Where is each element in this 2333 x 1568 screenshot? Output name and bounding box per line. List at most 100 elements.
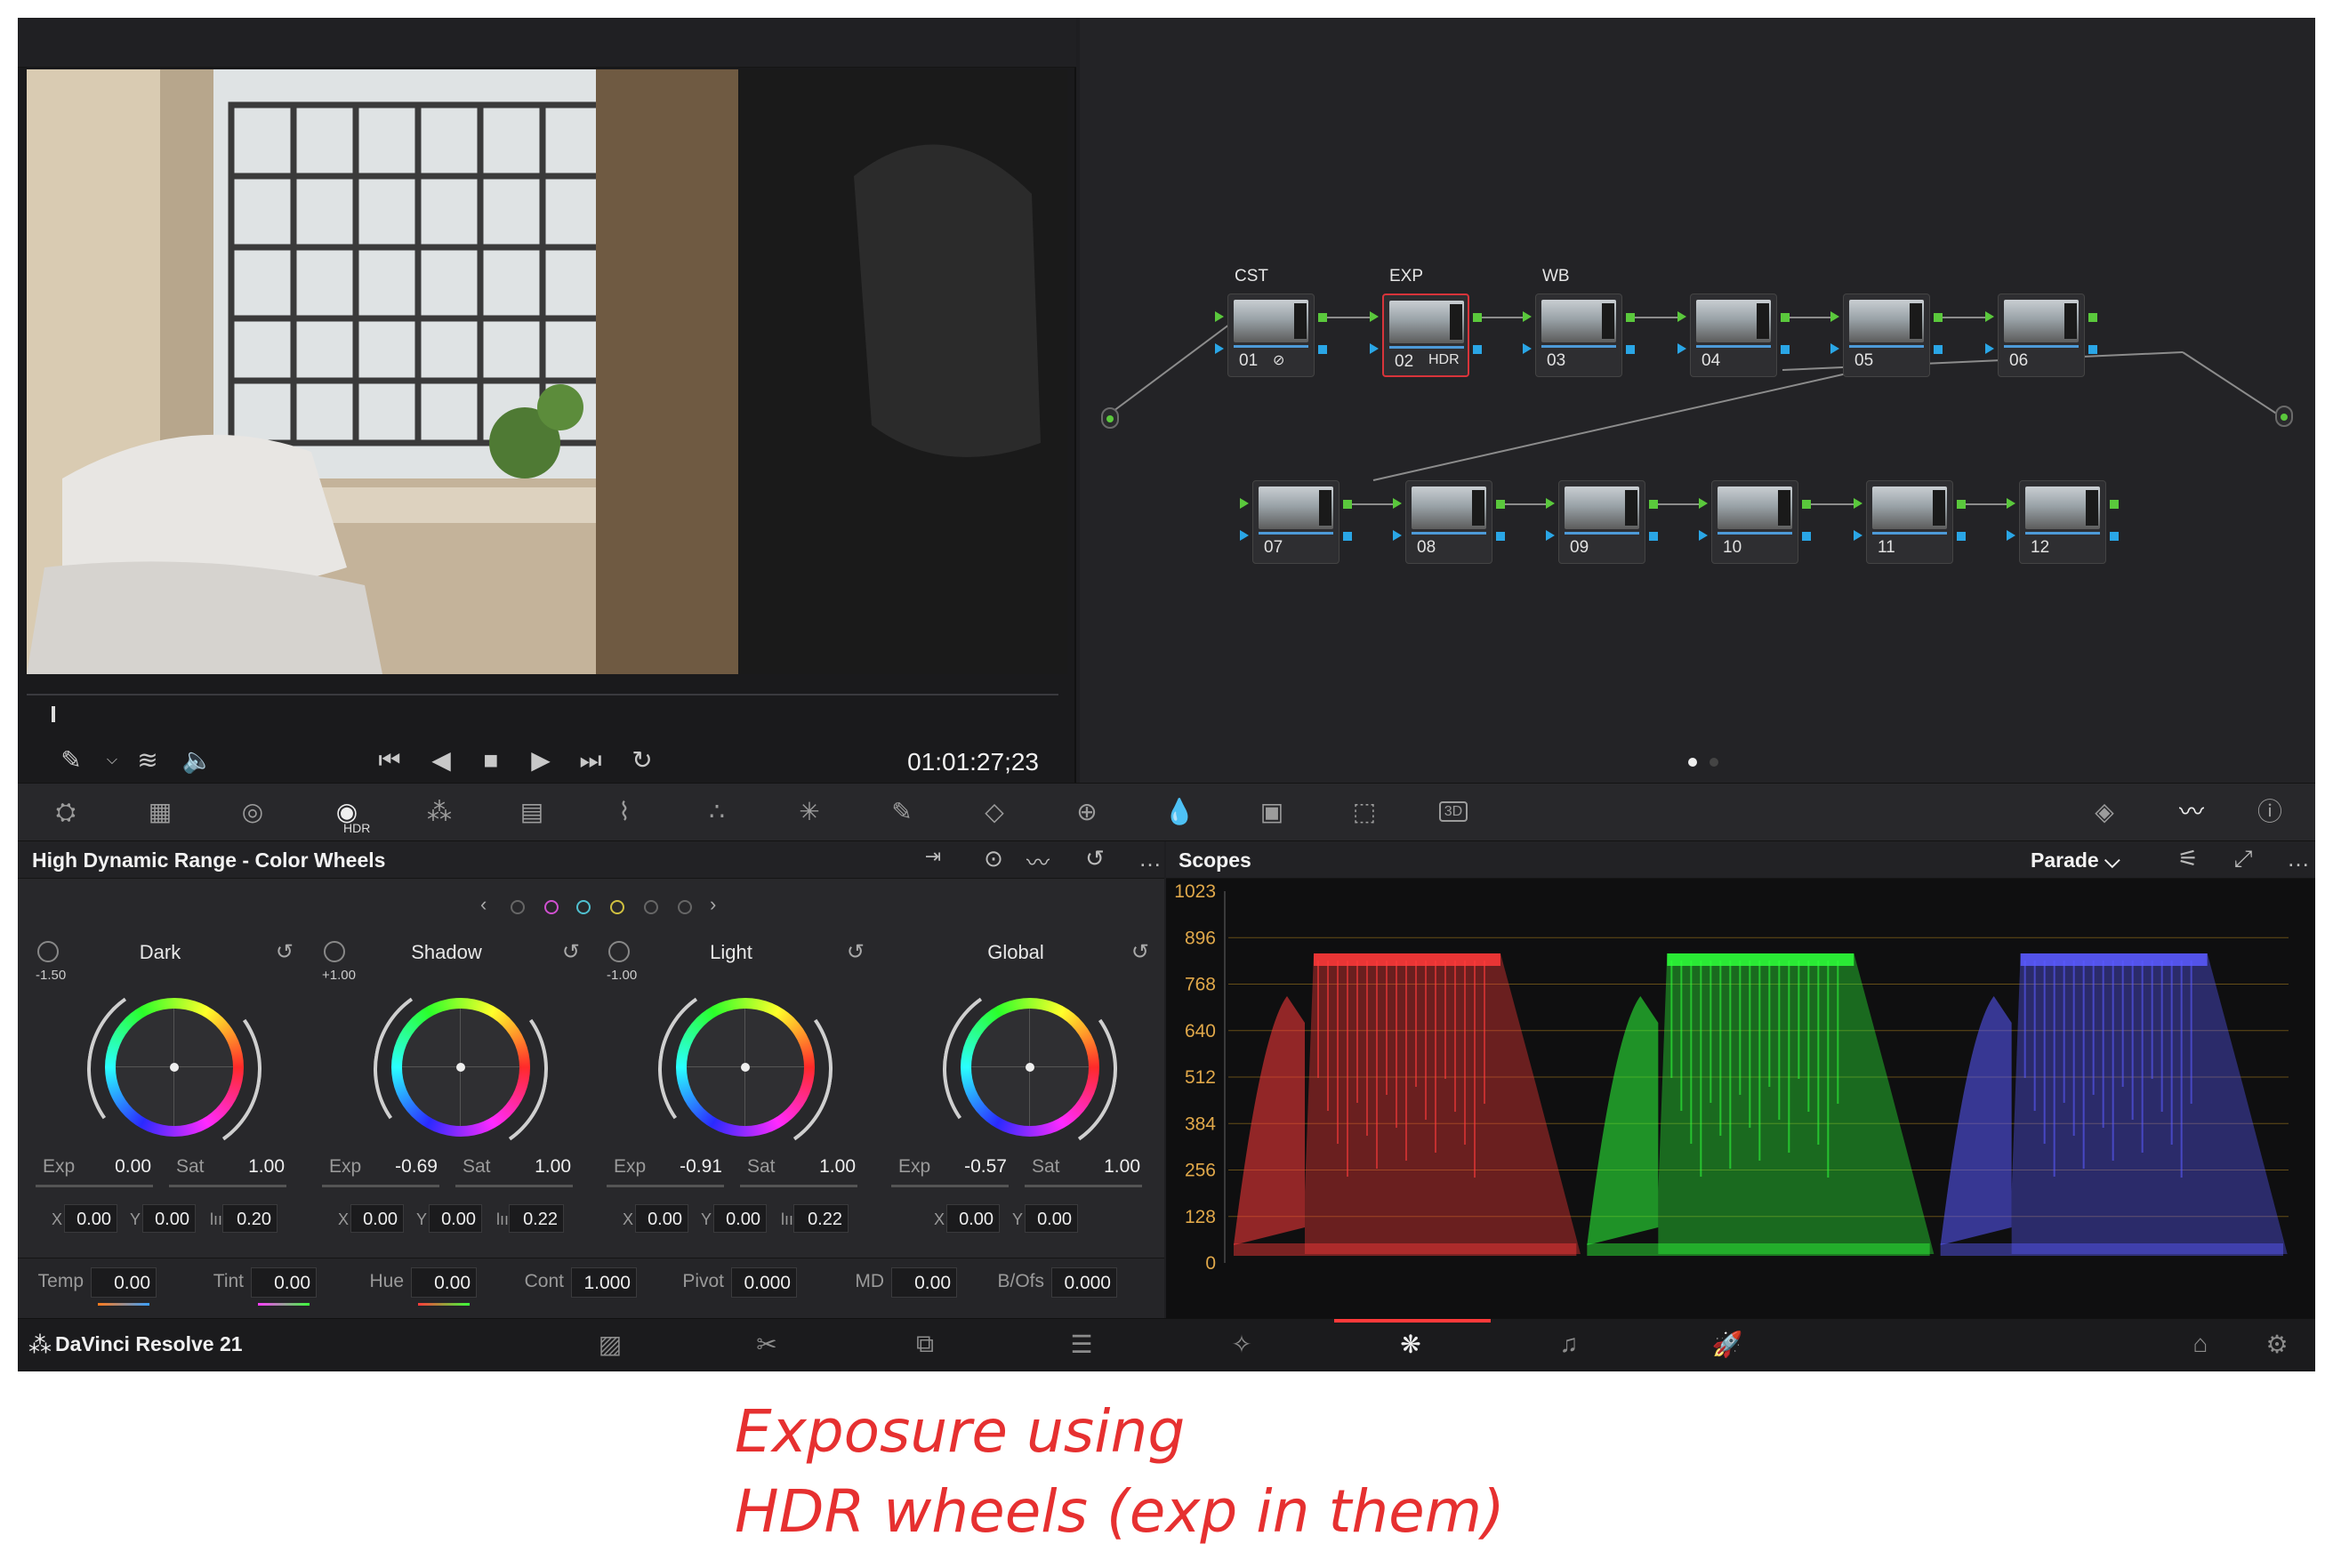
z-field[interactable]: 0.20 [222, 1204, 278, 1233]
color-page-icon[interactable]: ❋ [1384, 1330, 1437, 1359]
reset-all-icon[interactable]: ↺ [1080, 845, 1110, 872]
camera-raw-icon[interactable]: ⛭ [43, 794, 89, 830]
exp-slider[interactable] [36, 1185, 153, 1187]
node-rgb-output[interactable] [1934, 313, 1943, 322]
node-rgb-input[interactable] [1546, 498, 1555, 509]
node-key-input[interactable] [1985, 343, 1994, 354]
exp-slider[interactable] [322, 1185, 439, 1187]
node-rgb-input[interactable] [1699, 498, 1708, 509]
node-rgb-input[interactable] [1215, 311, 1224, 322]
node-rgb-input[interactable] [1854, 498, 1862, 509]
output-dot[interactable] [2275, 406, 2293, 427]
param-field[interactable]: 0.000 [731, 1267, 797, 1298]
zone-dot[interactable] [678, 900, 692, 914]
zone-dot[interactable] [644, 900, 658, 914]
node-key-output[interactable] [1496, 532, 1505, 541]
node-key-input[interactable] [1546, 530, 1555, 541]
sat-slider[interactable] [455, 1185, 573, 1187]
node-rgb-input[interactable] [1677, 311, 1686, 322]
motion-effects-icon[interactable]: ▤ [509, 794, 555, 830]
node-key-input[interactable] [1854, 530, 1862, 541]
node-rgb-output[interactable] [2088, 313, 2097, 322]
node-02[interactable]: 02 HDR [1382, 293, 1469, 377]
node-key-output[interactable] [1802, 532, 1811, 541]
more-options-icon[interactable]: … [2283, 845, 2313, 872]
cut-page-icon[interactable]: ✂ [740, 1330, 793, 1359]
y-field[interactable]: 0.00 [1025, 1204, 1078, 1233]
param-field[interactable]: 0.00 [251, 1267, 317, 1298]
zone-dot-dark[interactable] [544, 900, 559, 914]
node-key-input[interactable] [1240, 530, 1249, 541]
node-10[interactable]: 10 [1711, 480, 1798, 564]
layers-icon[interactable]: ≋ [128, 743, 167, 778]
viewer-image[interactable] [27, 69, 1067, 674]
chevron-down-icon[interactable]: ⌵ [93, 743, 132, 778]
node-03[interactable]: 03 [1535, 293, 1622, 377]
node-rgb-output[interactable] [1626, 313, 1635, 322]
node-key-output[interactable] [1343, 532, 1352, 541]
node-key-input[interactable] [1370, 343, 1379, 354]
node-09[interactable]: 09 [1558, 480, 1645, 564]
blur-icon[interactable]: 💧 [1156, 794, 1203, 830]
node-05[interactable]: 05 [1843, 293, 1930, 377]
expand-icon[interactable]: ⇥ [918, 845, 948, 868]
node-rgb-output[interactable] [1781, 313, 1790, 322]
node-key-output[interactable] [1649, 532, 1658, 541]
settings-icon[interactable]: ⚙ [2250, 1330, 2304, 1359]
node-key-output[interactable] [1318, 345, 1327, 354]
sat-slider[interactable] [1025, 1185, 1142, 1187]
color-wheel[interactable] [676, 998, 815, 1137]
edit-page-icon[interactable]: ⧉ [898, 1330, 952, 1359]
info-icon[interactable]: ⓘ [2247, 794, 2293, 830]
skip-to-end-icon[interactable]: ⏭ [571, 743, 610, 778]
zone-dot[interactable] [511, 900, 525, 914]
reset-icon[interactable]: ↺ [847, 939, 865, 965]
fairlight-mixer-icon[interactable]: ☰ [1055, 1330, 1108, 1359]
media-page-icon[interactable]: ▨ [583, 1330, 637, 1359]
node-graph[interactable]: 01 ⊘ CST 02 HDR EXP 03 WB 04 05 06 07 08 09 10 11 12 [1080, 18, 2315, 783]
node-08[interactable]: 08 [1405, 480, 1492, 564]
node-rgb-output[interactable] [2110, 500, 2119, 509]
color-wheel[interactable] [961, 998, 1099, 1137]
x-field[interactable]: 0.00 [946, 1204, 1000, 1233]
warper-mesh-icon[interactable]: ✳ [786, 794, 833, 830]
node-key-input[interactable] [1830, 343, 1839, 354]
node-key-input[interactable] [1699, 530, 1708, 541]
stop-icon[interactable]: ■ [471, 743, 511, 778]
more-options-icon[interactable]: … [1135, 845, 1165, 872]
page-dot-active[interactable] [1688, 758, 1697, 767]
hdr-palette-icon[interactable]: ◉ HDR [324, 794, 371, 835]
scope-mode-dropdown[interactable]: Parade ⌵ [2031, 848, 2120, 872]
wheel-puck[interactable] [1026, 1063, 1034, 1072]
x-field[interactable]: 0.00 [64, 1204, 117, 1233]
graph-mode-icon[interactable]: 〰 [1023, 845, 1053, 878]
deliver-page-icon[interactable]: 🚀 [1701, 1330, 1754, 1359]
x-field[interactable]: 0.00 [350, 1204, 404, 1233]
wheel-mode-icon[interactable]: ⊙ [978, 845, 1009, 872]
play-icon[interactable]: ▶ [521, 743, 560, 778]
node-rgb-input[interactable] [1370, 311, 1379, 322]
node-rgb-output[interactable] [1496, 500, 1505, 509]
sat-slider[interactable] [169, 1185, 286, 1187]
color-wheel[interactable] [105, 998, 244, 1137]
node-rgb-output[interactable] [1343, 500, 1352, 509]
node-key-input[interactable] [1393, 530, 1402, 541]
chevron-right-icon[interactable]: › [710, 893, 716, 916]
node-key-input[interactable] [1523, 343, 1532, 354]
wheel-puck[interactable] [170, 1063, 179, 1072]
node-key-output[interactable] [2088, 345, 2097, 354]
node-rgb-input[interactable] [1393, 498, 1402, 509]
primaries-icon[interactable]: ◎ [229, 794, 276, 830]
param-field[interactable]: 0.00 [91, 1267, 157, 1298]
zone-dot-shadow[interactable] [576, 900, 591, 914]
node-06[interactable]: 06 [1998, 293, 2085, 377]
node-key-output[interactable] [1781, 345, 1790, 354]
exp-value[interactable]: -0.57 [945, 1156, 1007, 1178]
param-field[interactable]: 1.000 [571, 1267, 637, 1298]
node-rgb-input[interactable] [1985, 311, 1994, 322]
node-key-output[interactable] [1473, 345, 1482, 354]
expand-scope-icon[interactable]: ⤢ [2228, 845, 2258, 873]
y-field[interactable]: 0.00 [429, 1204, 482, 1233]
color-match-icon[interactable]: ▦ [137, 794, 183, 830]
3d-icon[interactable]: 3D [1430, 794, 1476, 830]
